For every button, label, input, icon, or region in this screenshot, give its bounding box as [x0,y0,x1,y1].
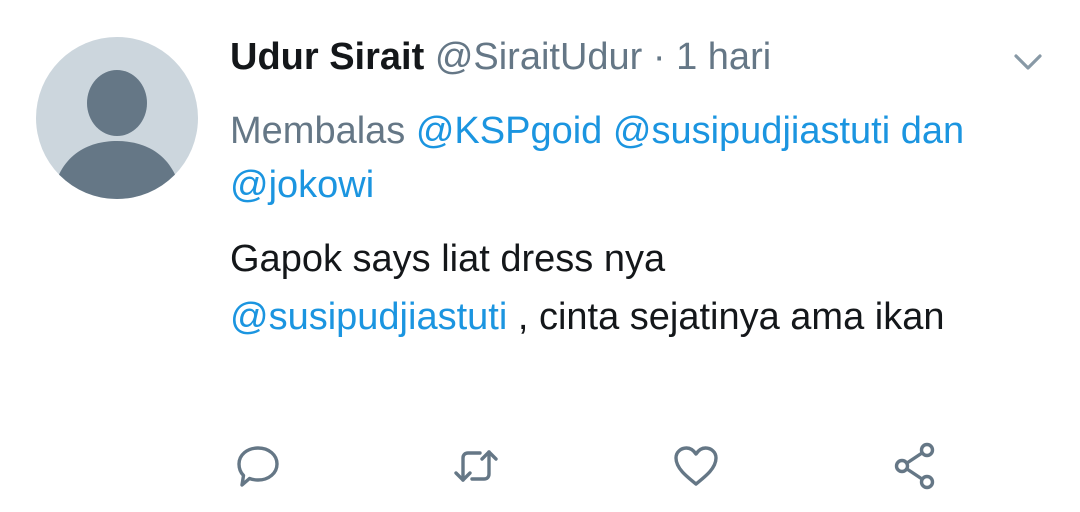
tweet-card[interactable]: Udur Sirait @SiraitUdur · 1 hari Membala… [0,0,1080,512]
reply-connector[interactable]: dan [901,110,964,152]
chevron-down-icon [1014,54,1042,70]
tweet-text-rest: , cinta sejatinya ama ikan [507,296,945,338]
body-mention[interactable]: @susipudjiastuti [230,296,507,338]
replying-to-prefix: Membalas [230,110,406,152]
timestamp[interactable]: 1 hari [676,36,771,78]
separator-dot: · [652,36,666,78]
like-button[interactable] [670,440,722,492]
more-options-button[interactable] [1010,44,1046,80]
retweet-button[interactable] [450,440,502,492]
default-profile-icon [52,70,182,199]
reply-icon [237,446,279,487]
tweet-header: Udur Sirait @SiraitUdur · 1 hari [230,32,771,82]
display-name[interactable]: Udur Sirait [230,36,424,78]
share-button[interactable] [890,440,942,492]
replying-to: Membalas @KSPgoid @susipudjiastuti dan @… [230,104,1030,212]
reply-mention[interactable]: @jokowi [230,164,374,206]
tweet-actions [230,440,950,490]
avatar[interactable] [36,37,198,199]
reply-mention[interactable]: @KSPgoid [416,110,602,152]
reply-button[interactable] [232,440,284,492]
tweet-text-line: Gapok says liat dress nya [230,238,666,280]
heart-icon [674,446,718,486]
reply-mention[interactable]: @susipudjiastuti [613,110,890,152]
tweet-text: Gapok says liat dress nya @susipudjiastu… [230,230,1030,346]
retweet-icon [454,450,498,482]
share-icon [894,442,935,490]
user-handle[interactable]: @SiraitUdur [435,36,643,78]
